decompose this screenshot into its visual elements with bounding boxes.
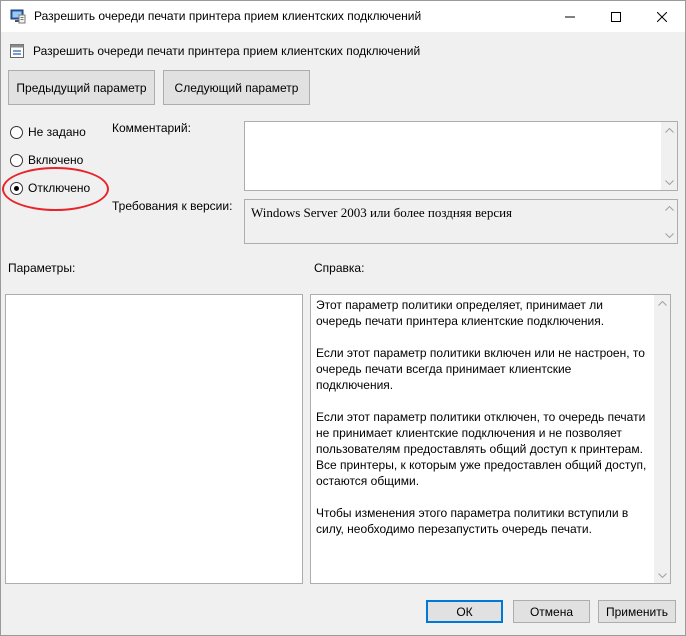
help-scrollbar[interactable] <box>654 295 670 583</box>
help-paragraph: Чтобы изменения этого параметра политики… <box>316 506 629 536</box>
help-panel: Этот параметр политики определяет, прини… <box>310 294 671 584</box>
apply-button[interactable]: Применить <box>598 600 676 623</box>
scroll-up-icon[interactable] <box>661 200 677 216</box>
radio-label: Включено <box>28 153 84 167</box>
cancel-button[interactable]: Отмена <box>513 600 590 623</box>
version-field: Windows Server 2003 или более поздняя ве… <box>244 199 678 244</box>
maximize-icon <box>611 11 621 22</box>
next-setting-button[interactable]: Следующий параметр <box>163 70 310 105</box>
help-text: Этот параметр политики определяет, прини… <box>316 297 650 553</box>
version-label: Требования к версии: <box>112 199 233 213</box>
help-paragraph: Если этот параметр политики включен или … <box>316 346 645 392</box>
close-button[interactable] <box>639 1 685 32</box>
policy-dialog: Разрешить очереди печати принтера прием … <box>0 0 686 636</box>
scroll-up-icon[interactable] <box>661 122 677 138</box>
params-label: Параметры: <box>8 261 76 275</box>
close-icon <box>657 11 667 22</box>
title-bar[interactable]: Разрешить очереди печати принтера прием … <box>1 1 685 32</box>
version-scrollbar[interactable] <box>661 200 677 243</box>
radio-circle[interactable] <box>10 125 23 139</box>
previous-setting-button[interactable]: Предыдущий параметр <box>8 70 155 105</box>
help-paragraph: Этот параметр политики определяет, прини… <box>316 298 605 328</box>
version-value: Windows Server 2003 или более поздняя ве… <box>251 205 513 220</box>
comment-scrollbar[interactable] <box>661 122 677 190</box>
radio-label: Не задано <box>28 125 86 139</box>
minimize-icon <box>565 16 575 17</box>
comment-label: Комментарий: <box>112 121 191 135</box>
help-label: Справка: <box>314 261 365 275</box>
scroll-down-icon[interactable] <box>661 227 677 243</box>
policy-setting-icon <box>9 43 25 59</box>
scroll-down-icon[interactable] <box>661 174 677 190</box>
red-highlight-ellipse <box>2 167 109 211</box>
help-paragraph: Если этот параметр политики отключен, то… <box>316 410 647 488</box>
scroll-up-icon[interactable] <box>654 295 670 311</box>
policy-window-icon <box>10 8 26 24</box>
radio-not-configured[interactable]: Не задано <box>10 123 86 141</box>
maximize-button[interactable] <box>593 1 639 32</box>
minimize-button[interactable] <box>547 1 593 32</box>
params-panel <box>5 294 303 584</box>
scroll-down-icon[interactable] <box>654 567 670 583</box>
window-title: Разрешить очереди печати принтера прием … <box>34 9 422 23</box>
radio-circle[interactable] <box>10 153 23 167</box>
comment-textarea[interactable] <box>244 121 678 191</box>
setting-name: Разрешить очереди печати принтера прием … <box>33 44 421 58</box>
ok-button[interactable]: ОК <box>426 600 503 623</box>
